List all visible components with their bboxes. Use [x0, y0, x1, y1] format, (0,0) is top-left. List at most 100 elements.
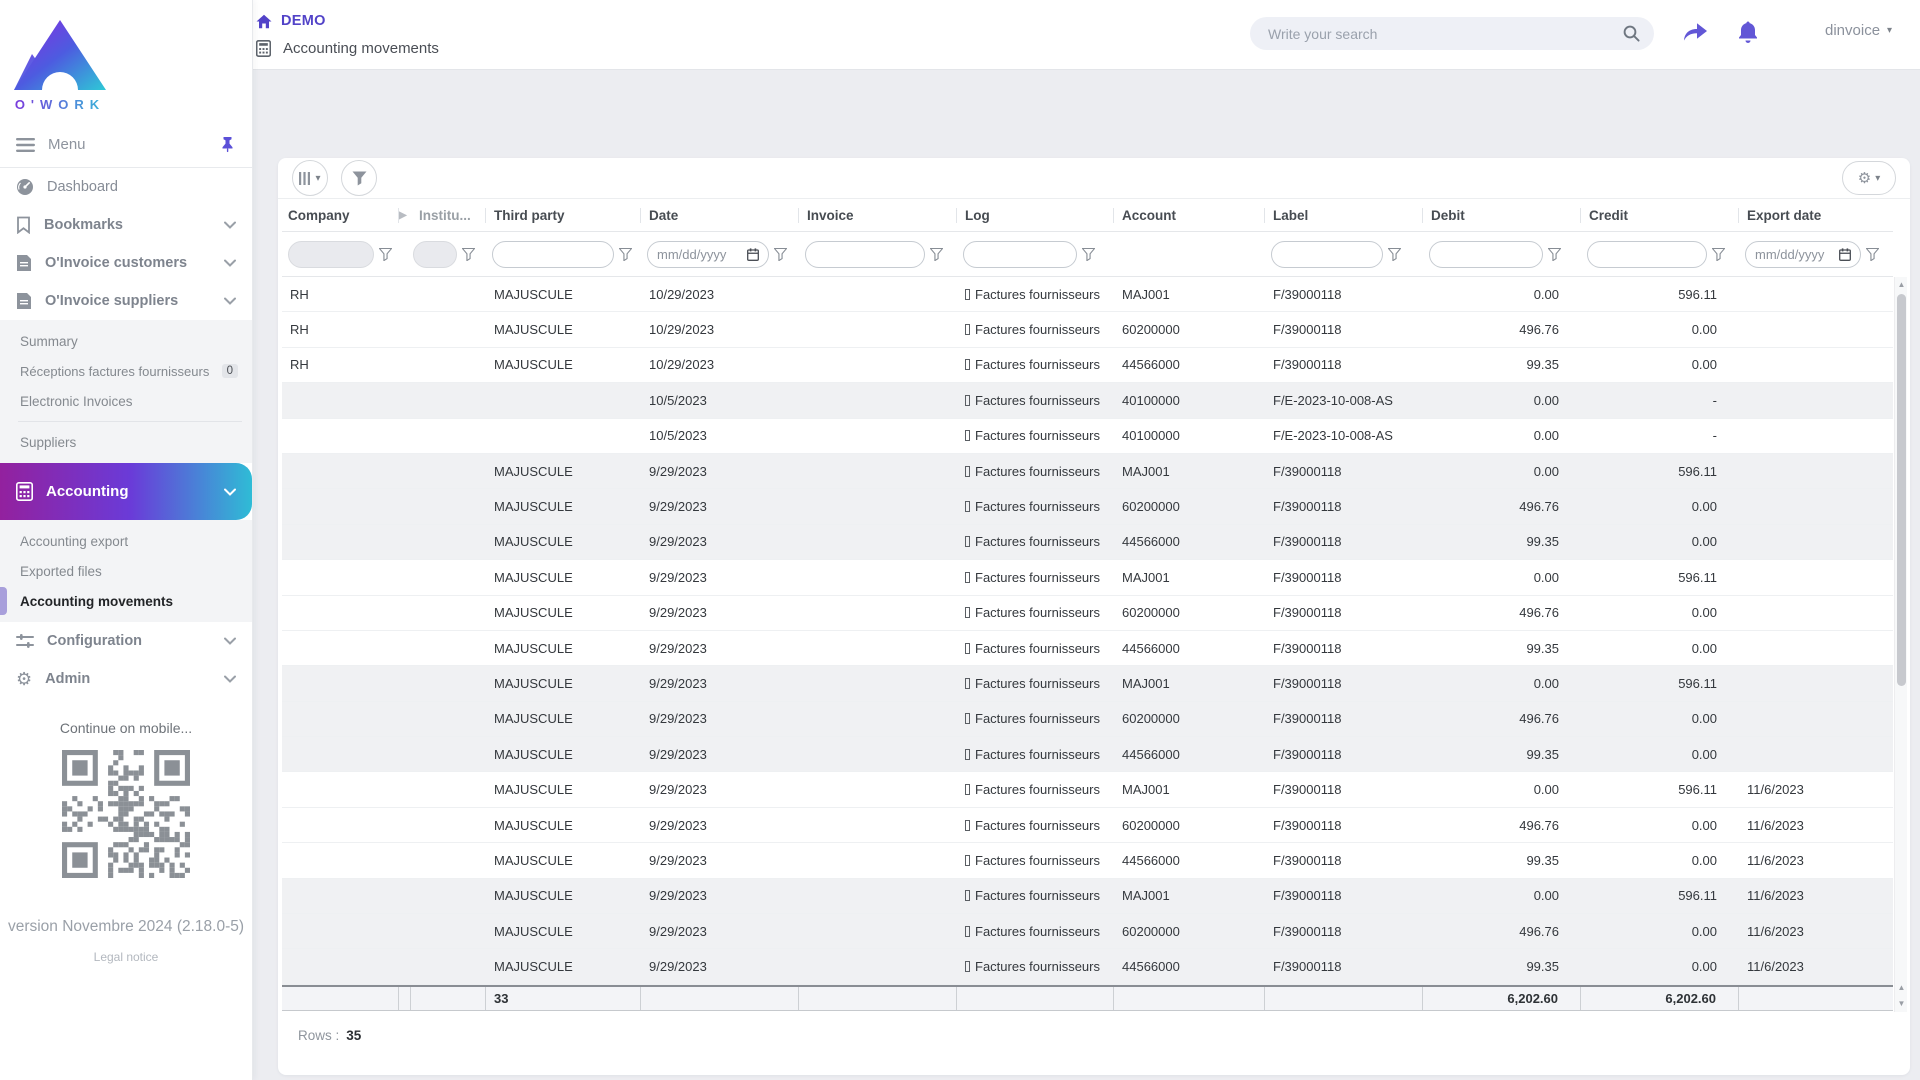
- notifications-button[interactable]: [1731, 15, 1765, 49]
- cell-account: 40100000: [1114, 428, 1265, 443]
- table-row[interactable]: MAJUSCULE9/29/2023Factures fournisseursM…: [282, 666, 1893, 701]
- scrollbar-thumb[interactable]: [1897, 294, 1906, 686]
- cell-third-party: MAJUSCULE: [486, 287, 641, 302]
- sidebar-item-accounting-movements[interactable]: Accounting movements: [0, 586, 252, 616]
- column-select-button[interactable]: ▾: [292, 160, 328, 196]
- sidebar-item-accounting[interactable]: Accounting: [0, 463, 252, 520]
- company-filter-input[interactable]: [288, 241, 374, 268]
- institution-filter-input[interactable]: [413, 241, 457, 268]
- column-header-debit[interactable]: Debit: [1423, 208, 1581, 223]
- scroll-down-icon[interactable]: ▼: [1895, 999, 1908, 1009]
- vertical-scrollbar[interactable]: ▲ ▲ ▼: [1894, 277, 1907, 1012]
- hamburger-icon[interactable]: [16, 138, 35, 152]
- sidebar-item-suppliers[interactable]: Suppliers: [0, 427, 252, 457]
- menu-header: Menu: [0, 122, 252, 168]
- cell-log: Factures fournisseurs: [957, 782, 1114, 797]
- search-input[interactable]: [1268, 26, 1623, 42]
- breadcrumb-root[interactable]: DEMO: [281, 13, 326, 29]
- sidebar-item-configuration[interactable]: Configuration: [0, 622, 252, 660]
- sidebar-item-exported-files[interactable]: Exported files: [0, 556, 252, 586]
- table-row[interactable]: MAJUSCULE9/29/2023Factures fournisseursM…: [282, 879, 1893, 914]
- cell-account: 60200000: [1114, 322, 1265, 337]
- sidebar-item-admin[interactable]: ⚙ Admin: [0, 660, 252, 698]
- cell-log: Factures fournisseurs: [957, 818, 1114, 833]
- invoice-filter-input[interactable]: [805, 241, 925, 268]
- sidebar-item-dashboard[interactable]: Dashboard: [0, 168, 252, 206]
- table-row[interactable]: 10/5/2023Factures fournisseurs40100000F/…: [282, 419, 1893, 454]
- share-button[interactable]: [1678, 15, 1712, 49]
- funnel-icon[interactable]: [1388, 248, 1401, 261]
- table-row[interactable]: MAJUSCULE9/29/2023Factures fournisseurs4…: [282, 631, 1893, 666]
- export-date-filter-input[interactable]: mm/dd/yyyy: [1745, 241, 1861, 268]
- sidebar-item-receptions[interactable]: Réceptions factures fournisseurs 0: [0, 356, 252, 386]
- sidebar-item-bookmarks[interactable]: Bookmarks: [0, 206, 252, 244]
- column-header-invoice[interactable]: Invoice: [799, 208, 957, 223]
- column-header-export-date[interactable]: Export date: [1739, 208, 1893, 223]
- third-party-filter-input[interactable]: [492, 241, 614, 268]
- table-row[interactable]: MAJUSCULE9/29/2023Factures fournisseurs6…: [282, 596, 1893, 631]
- cell-debit: 496.76: [1423, 605, 1581, 620]
- column-header-third-party[interactable]: Third party: [486, 208, 641, 223]
- cell-log: Factures fournisseurs: [957, 641, 1114, 656]
- table-row[interactable]: MAJUSCULE9/29/2023Factures fournisseurs4…: [282, 843, 1893, 878]
- funnel-icon[interactable]: [774, 248, 787, 261]
- filter-button[interactable]: [341, 160, 377, 196]
- sidebar-item-label: Accounting movements: [20, 594, 173, 609]
- column-header-date[interactable]: Date: [641, 208, 799, 223]
- home-icon[interactable]: [256, 14, 272, 29]
- scroll-up-icon[interactable]: ▲: [1895, 280, 1908, 290]
- table-settings-button[interactable]: ⚙ ▾: [1842, 161, 1896, 195]
- credit-filter-input[interactable]: [1587, 241, 1707, 268]
- sidebar-item-oinvoice-suppliers[interactable]: O'Invoice suppliers: [0, 282, 252, 320]
- funnel-icon[interactable]: [1866, 248, 1879, 261]
- table-row[interactable]: RHMAJUSCULE10/29/2023Factures fournisseu…: [282, 277, 1893, 312]
- sidebar-item-summary[interactable]: Summary: [0, 326, 252, 356]
- cell-label: F/E-2023-10-008-AS: [1265, 393, 1423, 408]
- funnel-icon[interactable]: [1082, 248, 1095, 261]
- table-row[interactable]: 10/5/2023Factures fournisseurs40100000F/…: [282, 383, 1893, 418]
- table-row[interactable]: MAJUSCULE9/29/2023Factures fournisseursM…: [282, 560, 1893, 595]
- sidebar-item-accounting-export[interactable]: Accounting export: [0, 526, 252, 556]
- table-row[interactable]: RHMAJUSCULE10/29/2023Factures fournisseu…: [282, 348, 1893, 383]
- cell-label: F/39000118: [1265, 818, 1423, 833]
- column-header-log[interactable]: Log: [957, 208, 1114, 223]
- sidebar-item-oinvoice-customers[interactable]: O'Invoice customers: [0, 244, 252, 282]
- bookmark-icon: [16, 216, 31, 234]
- cell-label: F/39000118: [1265, 464, 1423, 479]
- column-header-account[interactable]: Account: [1114, 208, 1265, 223]
- table-row[interactable]: MAJUSCULE9/29/2023Factures fournisseurs4…: [282, 525, 1893, 560]
- table-row[interactable]: RHMAJUSCULE10/29/2023Factures fournisseu…: [282, 312, 1893, 347]
- funnel-icon[interactable]: [462, 248, 475, 261]
- table-row[interactable]: MAJUSCULE9/29/2023Factures fournisseursM…: [282, 772, 1893, 807]
- scroll-up-icon[interactable]: ▲: [1895, 983, 1908, 993]
- app-logo[interactable]: O'WORK: [0, 0, 252, 116]
- column-header-institution[interactable]: Institu...: [411, 208, 486, 223]
- funnel-icon[interactable]: [1712, 248, 1725, 261]
- table-row[interactable]: MAJUSCULE9/29/2023Factures fournisseurs4…: [282, 737, 1893, 772]
- column-header-credit[interactable]: Credit: [1581, 208, 1739, 223]
- funnel-icon[interactable]: [619, 248, 632, 261]
- legal-notice-link[interactable]: Legal notice: [0, 950, 252, 964]
- date-filter-input[interactable]: mm/dd/yyyy: [647, 241, 769, 268]
- user-menu[interactable]: dinvoice ▾: [1825, 22, 1892, 39]
- cell-label: F/39000118: [1265, 888, 1423, 903]
- cell-credit: 596.11: [1581, 782, 1739, 797]
- funnel-icon[interactable]: [1548, 248, 1561, 261]
- search-icon[interactable]: [1623, 25, 1640, 42]
- log-filter-input[interactable]: [963, 241, 1077, 268]
- table-row[interactable]: MAJUSCULE9/29/2023Factures fournisseurs4…: [282, 949, 1893, 984]
- debit-filter-input[interactable]: [1429, 241, 1543, 268]
- funnel-icon[interactable]: [930, 248, 943, 261]
- table-row[interactable]: MAJUSCULE9/29/2023Factures fournisseurs6…: [282, 808, 1893, 843]
- column-header-label[interactable]: Label: [1265, 208, 1423, 223]
- sidebar-item-electronic-invoices[interactable]: Electronic Invoices: [0, 386, 252, 416]
- column-header-company[interactable]: Company: [282, 208, 399, 223]
- table-row[interactable]: MAJUSCULE9/29/2023Factures fournisseurs6…: [282, 702, 1893, 737]
- funnel-icon[interactable]: [379, 248, 392, 261]
- table-row[interactable]: MAJUSCULE9/29/2023Factures fournisseurs6…: [282, 489, 1893, 524]
- table-row[interactable]: MAJUSCULE9/29/2023Factures fournisseursM…: [282, 454, 1893, 489]
- column-group-expander[interactable]: ▶: [399, 210, 411, 221]
- label-filter-input[interactable]: [1271, 241, 1383, 268]
- pin-sidebar-icon[interactable]: [219, 136, 236, 153]
- table-row[interactable]: MAJUSCULE9/29/2023Factures fournisseurs6…: [282, 914, 1893, 949]
